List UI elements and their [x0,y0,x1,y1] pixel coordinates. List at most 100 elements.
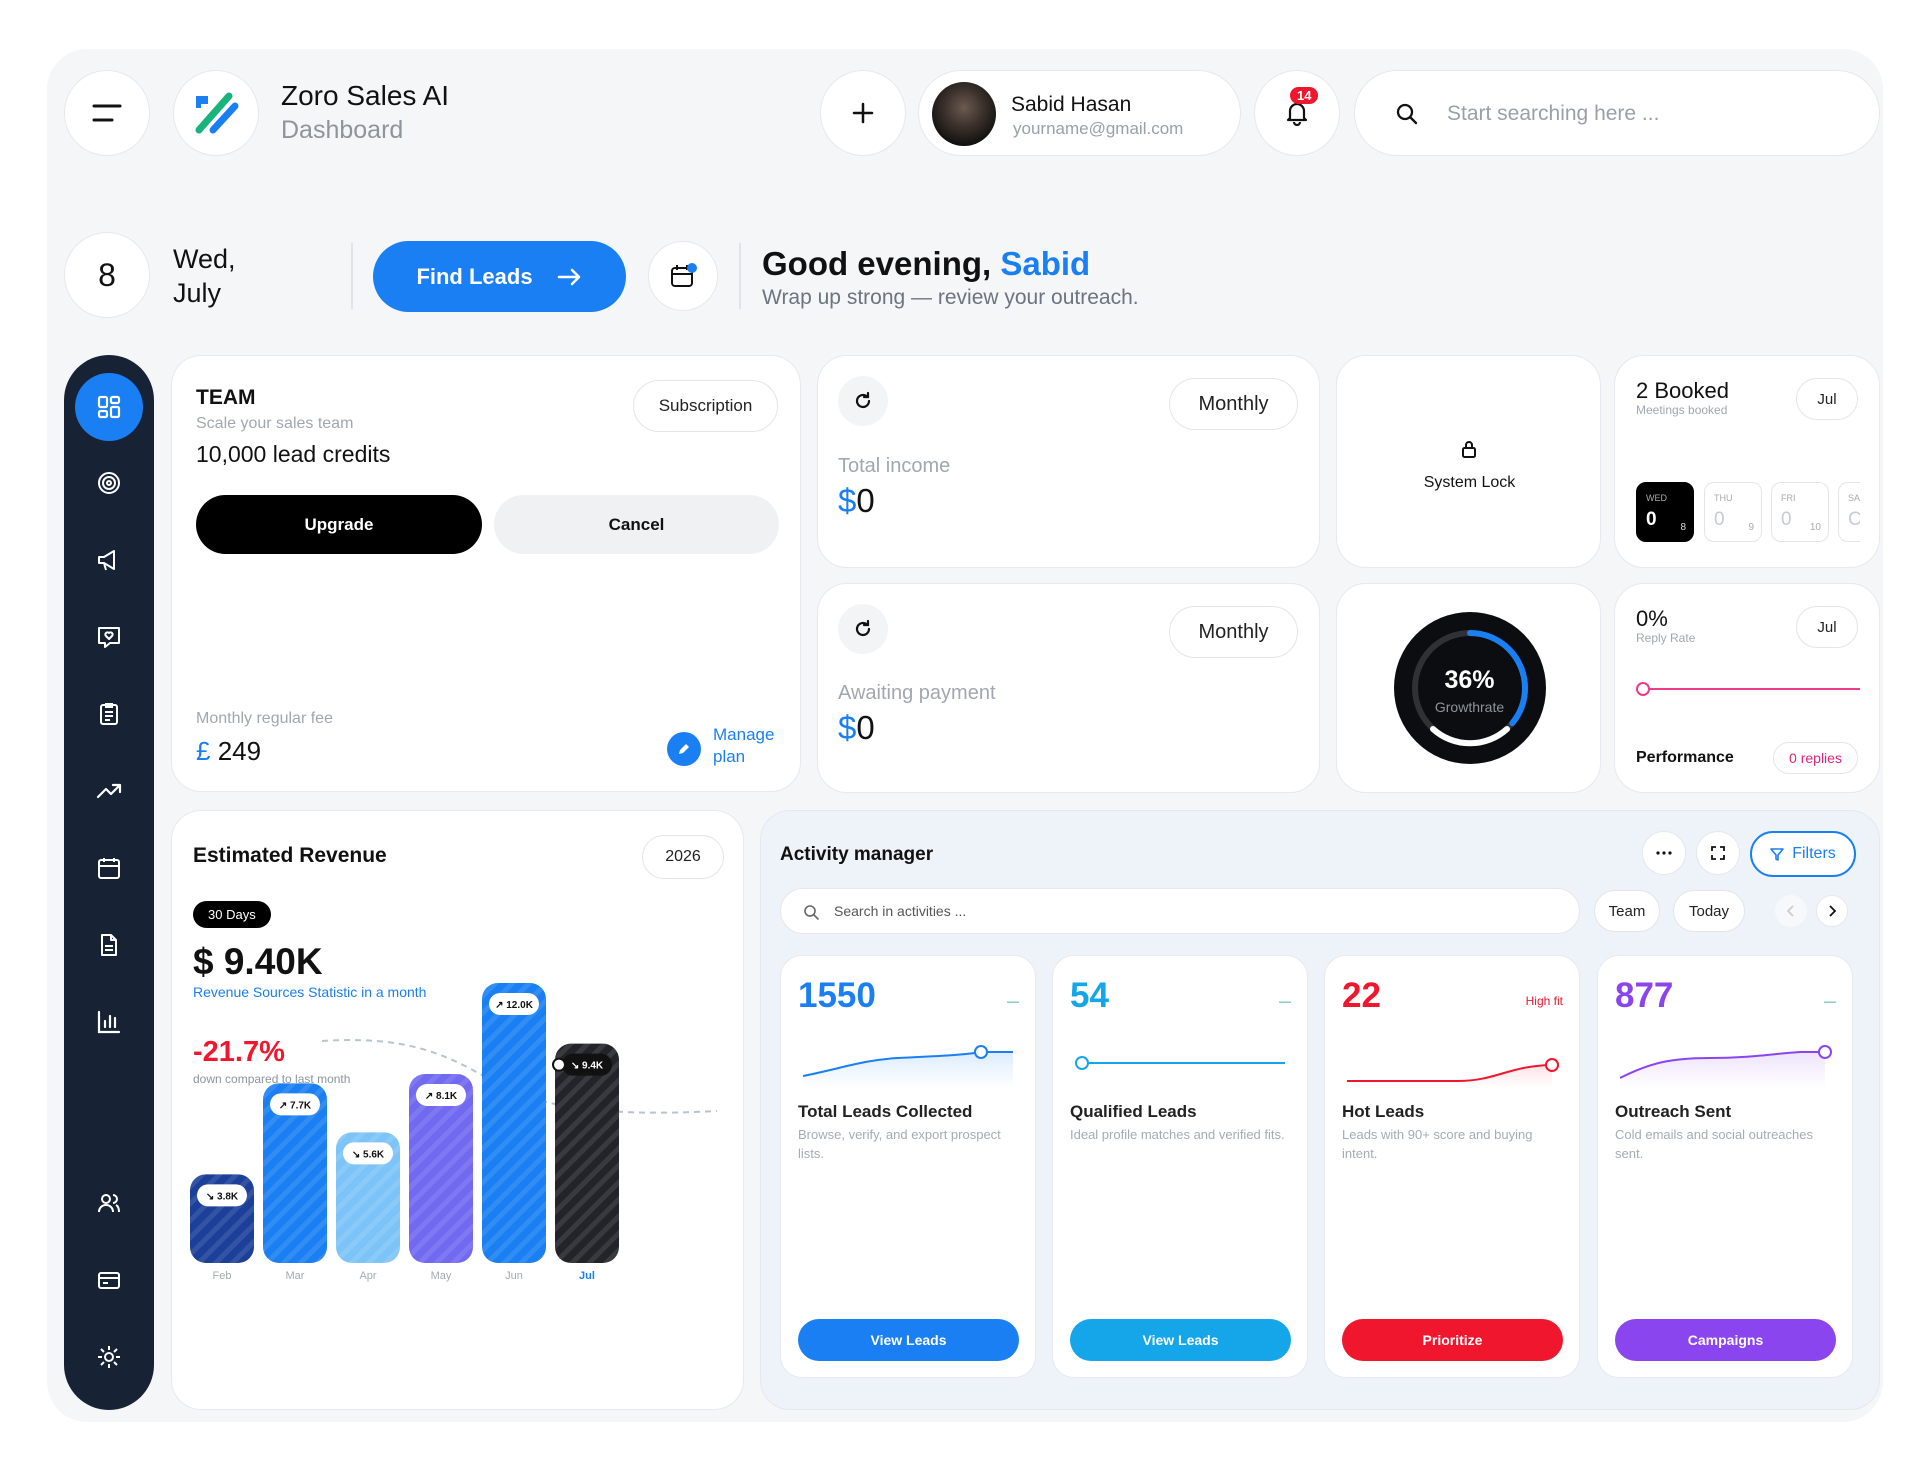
day-wed[interactable]: WED 0 8 [1636,482,1694,542]
cancel-button[interactable]: Cancel [494,495,779,554]
reply-month-selector[interactable]: Jul [1796,606,1858,648]
button-label: View Leads [1142,1332,1219,1348]
income-value: 0 [856,482,875,519]
reply-sparkline [1636,682,1860,696]
sidebar-item-analytics[interactable] [64,761,154,821]
sidebar-item-documents[interactable] [64,915,154,975]
sidebar-item-tasks[interactable] [64,684,154,744]
stat-description: Leads with 90+ score and buying intent. [1342,1127,1533,1161]
day-sat[interactable]: SA C [1838,482,1860,542]
calendar-nav-icon [98,858,120,879]
booked-title: 2 Booked [1636,378,1729,403]
expand-button[interactable] [1696,831,1740,875]
stat-title: Total Leads Collected [798,1102,973,1121]
activity-search-input[interactable]: Search in activities ... [834,903,966,919]
filters-button[interactable]: Filters [1750,831,1856,877]
search-bar[interactable]: Start searching here ... [1354,70,1880,156]
find-leads-button[interactable]: Find Leads [373,241,626,312]
sidebar-item-billing[interactable] [64,1250,154,1310]
subscription-label: Subscription [658,396,753,415]
stat-value: 1550 [798,976,876,1015]
bar-value-text: ↗ 12.0K [495,1000,534,1011]
more-button[interactable] [1642,831,1686,875]
day-date: 10 [1809,522,1821,533]
awaiting-label: Awaiting payment [838,682,996,704]
activity-next-button[interactable] [1816,895,1848,927]
day-fri[interactable]: FRI 0 10 [1771,482,1829,542]
plus-icon [852,102,874,124]
view-leads-button[interactable]: View Leads [798,1319,1019,1361]
stat-tag: — [1824,994,1836,1008]
refresh-icon [855,619,871,637]
notifications-button[interactable]: 14 [1254,70,1340,156]
sidebar-item-targets[interactable] [64,453,154,513]
stat-tag: — [1007,994,1019,1008]
day-thu[interactable]: THU 0 9 [1704,482,1762,542]
awaiting-refresh-button[interactable] [838,604,888,654]
notification-badge: 14 [1290,87,1319,104]
fee-label: Monthly regular fee [196,710,333,727]
bar-stripes [482,983,546,1263]
team-filter-chip[interactable]: Team [1594,890,1660,932]
income-refresh-button[interactable] [838,376,888,426]
greeting-name: Sabid [1000,245,1091,282]
user-profile[interactable]: Sabid Hasan yourname@gmail.com [918,70,1241,156]
growth-label: Growthrate [1434,699,1505,715]
greeting-title: Good evening, Sabid [762,245,1090,283]
day-value: 0 [1646,509,1657,530]
stat-value: 877 [1615,976,1674,1015]
bar-value-text: ↘ 9.4K [571,1061,604,1072]
bar-value-text: ↘ 3.8K [206,1191,239,1202]
stat-title: Hot Leads [1342,1102,1425,1121]
day-name: SA [1848,493,1860,503]
stat-value: 54 [1070,976,1109,1015]
stat-card-total-leads: 1550 — Total Leads Collected Browse, ver… [780,955,1036,1378]
booked-month-selector[interactable]: Jul [1796,378,1858,420]
menu-button[interactable] [64,70,150,156]
sidebar-item-campaigns[interactable] [64,530,154,590]
month-label: May [431,1270,452,1282]
system-lock-label: System Lock [1423,474,1516,491]
today-chip-label: Today [1688,902,1730,920]
view-leads-button-2[interactable]: View Leads [1070,1319,1291,1361]
upgrade-button[interactable]: Upgrade [196,495,482,554]
activity-prev-button[interactable] [1775,895,1807,927]
growth-card: 36% Growthrate [1336,583,1601,793]
prioritize-button[interactable]: Prioritize [1342,1319,1563,1361]
campaigns-button[interactable]: Campaigns [1615,1319,1836,1361]
search-icon [804,905,819,920]
today-filter-chip[interactable]: Today [1673,890,1745,932]
subscription-button[interactable]: Subscription [633,380,778,432]
income-period-selector[interactable]: Monthly [1169,378,1298,430]
user-name: Sabid Hasan [1011,93,1132,116]
bar-value-label: ↘ 5.6K [343,1142,393,1165]
sidebar-item-users[interactable] [64,1173,154,1233]
income-card: Monthly Total income $0 [817,355,1320,568]
sidebar-item-reports[interactable] [64,992,154,1052]
menu-icon [92,104,122,122]
day-number: 8 [98,256,116,293]
activity-search[interactable]: Search in activities ... [780,888,1580,934]
day-date: 9 [1748,522,1754,533]
more-icon [1656,851,1672,855]
fee-currency: £ [196,736,211,766]
sidebar-item-dashboard[interactable] [75,373,143,441]
system-lock-card[interactable]: System Lock [1336,355,1601,568]
calendar-button[interactable] [648,241,718,311]
add-button[interactable] [820,70,906,156]
sidebar-item-settings[interactable] [64,1327,154,1387]
awaiting-period-selector[interactable]: Monthly [1169,606,1298,658]
sidebar-item-messages[interactable] [64,607,154,667]
month-label: Mar [286,1270,305,1282]
avatar [932,82,996,146]
dashboard-icon [97,395,121,419]
cancel-label: Cancel [608,514,665,534]
search-input[interactable]: Start searching here ... [1447,102,1659,126]
bar-value-label: ↘ 9.4K [562,1053,612,1076]
manage-plan-link[interactable]: Manage plan [667,725,787,773]
month-label: Feb [213,1270,232,1282]
bar-value-text: ↘ 5.6K [352,1149,385,1160]
day-name: THU [1714,493,1733,503]
booked-month: Jul [1817,390,1837,408]
sidebar-item-calendar[interactable] [64,838,154,898]
